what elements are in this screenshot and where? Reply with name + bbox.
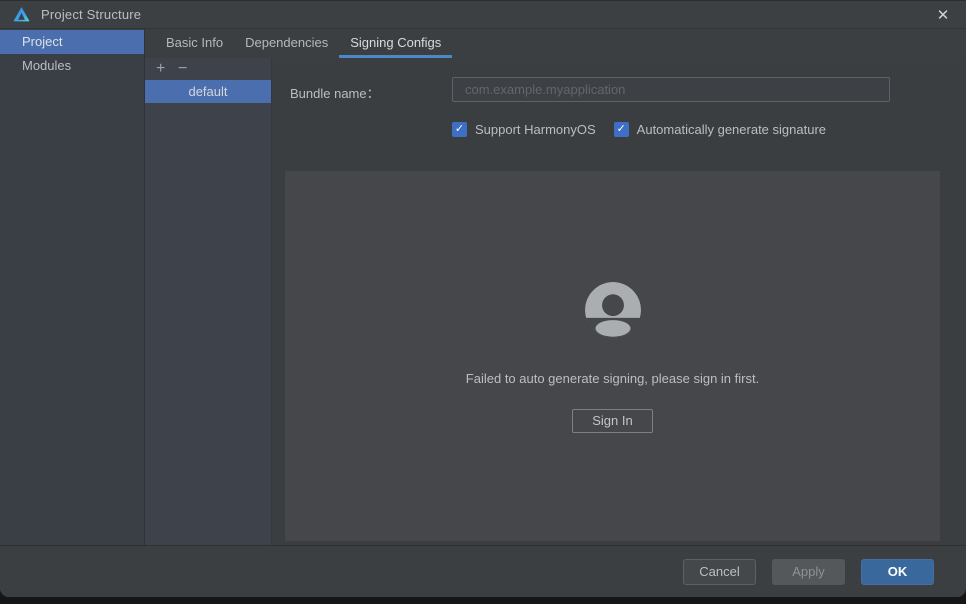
ok-button[interactable]: OK <box>861 559 934 585</box>
checkbox-row: ✓ Support HarmonyOS ✓ Automatically gene… <box>452 122 826 137</box>
dialog-titlebar: Project Structure ✕ <box>0 1 966 29</box>
config-item-default[interactable]: default <box>145 80 271 103</box>
apply-button[interactable]: Apply <box>772 559 845 585</box>
config-list-toolbar: + − <box>145 58 271 80</box>
main-region: Basic Info Dependencies Signing Configs … <box>145 29 966 545</box>
user-avatar-icon <box>585 282 641 338</box>
checkbox-checked-icon: ✓ <box>614 122 629 137</box>
sidebar-item-modules[interactable]: Modules <box>0 54 144 78</box>
close-icon[interactable]: ✕ <box>926 2 960 28</box>
tab-dependencies[interactable]: Dependencies <box>234 29 339 58</box>
tab-basic-info[interactable]: Basic Info <box>155 29 234 58</box>
dialog-body: Project Modules Basic Info Dependencies … <box>0 29 966 545</box>
auto-generate-signature-label: Automatically generate signature <box>637 122 826 137</box>
support-harmonyos-label: Support HarmonyOS <box>475 122 596 137</box>
signing-status-panel: Failed to auto generate signing, please … <box>285 171 940 541</box>
sidebar-item-project[interactable]: Project <box>0 30 144 54</box>
project-structure-dialog: Project Structure ✕ Project Modules Basi… <box>0 0 966 597</box>
auto-generate-signature-checkbox[interactable]: ✓ Automatically generate signature <box>614 122 826 137</box>
content-row: + − default Bundle name： ✓ Support Harmo… <box>145 58 966 545</box>
deveco-studio-logo-icon <box>13 6 30 23</box>
tab-signing-configs[interactable]: Signing Configs <box>339 29 452 58</box>
screen-background: Project Structure ✕ Project Modules Basi… <box>0 0 966 604</box>
add-config-icon[interactable]: + <box>156 60 178 78</box>
signing-config-list: + − default <box>145 58 272 545</box>
checkbox-checked-icon: ✓ <box>452 122 467 137</box>
remove-config-icon[interactable]: − <box>178 60 200 78</box>
dialog-title: Project Structure <box>41 7 141 22</box>
signing-configs-panel: Bundle name： ✓ Support HarmonyOS ✓ Autom… <box>272 58 966 545</box>
sign-in-button[interactable]: Sign In <box>572 409 653 433</box>
category-sidebar: Project Modules <box>0 29 145 545</box>
dialog-footer: Cancel Apply OK <box>0 545 966 597</box>
bundle-name-label: Bundle name： <box>290 83 380 102</box>
tab-bar: Basic Info Dependencies Signing Configs <box>145 29 966 58</box>
cancel-button[interactable]: Cancel <box>683 559 756 585</box>
bundle-name-input[interactable] <box>452 77 890 102</box>
support-harmonyos-checkbox[interactable]: ✓ Support HarmonyOS <box>452 122 596 137</box>
signing-error-message: Failed to auto generate signing, please … <box>285 371 940 386</box>
